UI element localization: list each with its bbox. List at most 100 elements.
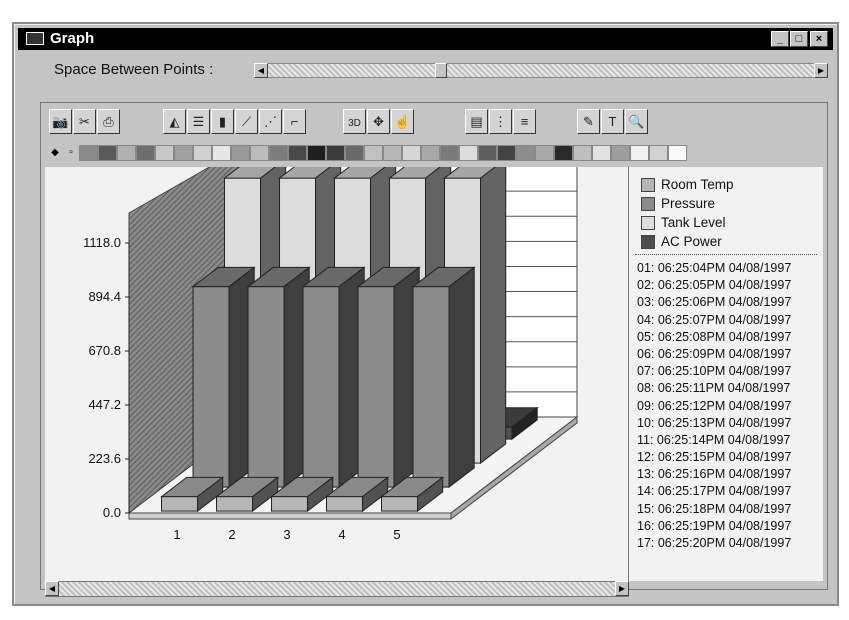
legend-swatch [641, 216, 655, 230]
bar-side-face [480, 157, 507, 465]
bar-chart-button[interactable]: ▮ [211, 109, 234, 134]
camera-button[interactable]: 📷 [49, 109, 72, 134]
legend-swatch [641, 197, 655, 211]
space-between-points-slider[interactable]: ◀ ▶ [254, 63, 828, 78]
graph-window: Graph _ □ × Space Between Points : ◀ ▶ 📷… [12, 22, 839, 606]
timestamp-list: 01: 06:25:04PM 04/08/1997 02: 06:25:05PM … [637, 261, 821, 553]
step-chart-button[interactable]: ⌐ [283, 109, 306, 134]
palette-swatch[interactable] [98, 145, 117, 161]
bar-front-face [357, 286, 395, 488]
maximize-button[interactable]: □ [790, 31, 808, 47]
timestamp-item: 02: 06:25:05PM 04/08/1997 [637, 278, 792, 293]
palette-swatch[interactable] [649, 145, 668, 161]
palette-tool-button[interactable]: ✎ [577, 109, 600, 134]
3d-toggle-button[interactable]: 3D [343, 109, 366, 134]
bar-front-face [216, 496, 254, 512]
slider-right-arrow[interactable]: ▶ [814, 63, 828, 78]
palette-swatch[interactable] [212, 145, 231, 161]
timestamp-item: 12: 06:25:15PM 04/08/1997 [637, 450, 792, 465]
timestamp-item: 15: 06:25:18PM 04/08/1997 [637, 501, 792, 516]
horizontal-grid-button[interactable]: ≡ [513, 109, 536, 134]
palette-swatch[interactable] [307, 145, 326, 161]
x-tick-label: 4 [338, 527, 345, 542]
horizontal-grid-icon: ≡ [520, 114, 529, 129]
x-tick-label: 1 [173, 527, 180, 542]
vertical-grid-button[interactable]: ⋮ [489, 109, 512, 134]
palette-swatch[interactable] [269, 145, 288, 161]
palette-swatch[interactable] [231, 145, 250, 161]
close-button[interactable]: × [810, 31, 828, 47]
palette-swatch[interactable] [288, 145, 307, 161]
toolbar-group: 📷 ✂ ⎙ [49, 109, 121, 137]
palette-swatch[interactable] [250, 145, 269, 161]
rotate-button[interactable]: ✥ [367, 109, 390, 134]
bar-pressure-4 [356, 266, 421, 489]
palette-swatch[interactable] [516, 145, 535, 161]
bar-front-face [381, 496, 419, 512]
chart-floor-edge [128, 512, 452, 520]
font-button[interactable]: T [601, 109, 624, 134]
timestamp-item: 04: 06:25:07PM 04/08/1997 [637, 312, 792, 327]
palette-swatch[interactable] [402, 145, 421, 161]
timestamp-item: 05: 06:25:08PM 04/08/1997 [637, 329, 792, 344]
space-between-points-row: Space Between Points : ◀ ▶ [54, 60, 834, 80]
bar-front-face [412, 286, 450, 488]
horizontal-bar-button[interactable]: ☰ [187, 109, 210, 134]
palette-swatch[interactable] [155, 145, 174, 161]
palette-swatch[interactable] [630, 145, 649, 161]
x-tick-label: 5 [393, 527, 400, 542]
palette-swatch[interactable] [497, 145, 516, 161]
scatter-chart-button[interactable]: ⋰ [259, 109, 282, 134]
palette-swatch[interactable] [459, 145, 478, 161]
scroll-left-arrow[interactable]: ◀ [45, 581, 59, 596]
palette-swatch[interactable] [193, 145, 212, 161]
palette-swatch[interactable] [421, 145, 440, 161]
palette-swatch[interactable] [592, 145, 611, 161]
bar-side-face [448, 266, 475, 489]
zoom-icon: 🔍 [628, 114, 645, 129]
palette-swatch[interactable] [668, 145, 687, 161]
minimize-button[interactable]: _ [771, 31, 789, 47]
line-chart-icon: ⟋ [241, 114, 252, 129]
horizontal-scrollbar[interactable]: ◀ ▶ [45, 581, 629, 597]
slider-thumb[interactable] [434, 63, 447, 78]
palette-swatch[interactable] [174, 145, 193, 161]
palette-swatch[interactable] [573, 145, 592, 161]
palette-swatch[interactable] [136, 145, 155, 161]
area-chart-button[interactable]: ◭ [163, 109, 186, 134]
palette-swatch[interactable] [345, 145, 364, 161]
font-icon: T [608, 114, 617, 129]
palette-swatch[interactable] [117, 145, 136, 161]
3d-bar-chart: 0.0 223.6 447.2 670.8 894.4 1118.0 1 2 3 4 5 [83, 140, 579, 542]
palette-swatch[interactable] [440, 145, 459, 161]
y-tick-label: 223.6 [88, 451, 121, 466]
bar-pressure-2 [246, 266, 311, 489]
palette-tool-icon: ✎ [583, 114, 594, 129]
palette-swatch[interactable] [611, 145, 630, 161]
palette-swatch[interactable] [535, 145, 554, 161]
timestamp-item: 09: 06:25:12PM 04/08/1997 [637, 398, 792, 413]
vertical-grid-icon: ⋮ [494, 114, 507, 129]
palette-empty-icon[interactable]: ▫ [63, 145, 79, 161]
palette-swatch[interactable] [364, 145, 383, 161]
slider-left-arrow[interactable]: ◀ [254, 63, 268, 78]
line-chart-button[interactable]: ⟋ [235, 109, 258, 134]
bar-front-face [302, 286, 340, 488]
bar-pressure-1 [191, 266, 256, 489]
scroll-right-arrow[interactable]: ▶ [615, 581, 629, 596]
palette-swatch[interactable] [79, 145, 98, 161]
palette-swatch[interactable] [478, 145, 497, 161]
scissors-button[interactable]: ✂ [73, 109, 96, 134]
scatter-chart-icon: ⋰ [264, 114, 277, 129]
palette-swatch[interactable] [554, 145, 573, 161]
pointer-button[interactable]: ☝ [391, 109, 414, 134]
toolbar-group: 3D ✥ ☝ [343, 109, 415, 137]
palette-swatch[interactable] [326, 145, 345, 161]
legend-label: AC Power [661, 234, 722, 249]
document-button[interactable]: ▤ [465, 109, 488, 134]
zoom-button[interactable]: 🔍 [625, 109, 648, 134]
title-bar[interactable]: Graph _ □ × [18, 28, 833, 50]
palette-arrow-icon[interactable]: ◆ [47, 145, 63, 161]
palette-swatch[interactable] [383, 145, 402, 161]
printer-button[interactable]: ⎙ [97, 109, 120, 134]
